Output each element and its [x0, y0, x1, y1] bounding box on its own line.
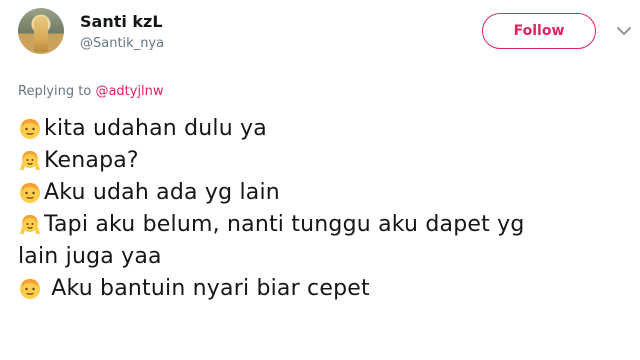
follow-button[interactable]: Follow	[482, 13, 596, 49]
reply-mention-link[interactable]: @adtyjlnw	[95, 84, 163, 99]
tweet-text: kita udahan dulu ya Kenapa? Aku udah ada…	[18, 113, 638, 305]
tweet-line-text: lain juga yaa	[18, 244, 162, 269]
tweet: Santi kzL @Santik_nya Follow Replying to…	[0, 0, 640, 360]
author-handle[interactable]: @Santik_nya	[80, 36, 164, 52]
avatar[interactable]	[18, 8, 64, 54]
reply-prefix: Replying to	[18, 84, 96, 99]
tweet-line: lain juga yaa	[18, 241, 638, 273]
boy-face-icon	[20, 279, 40, 299]
tweet-line-text: Aku bantuin nyari biar cepet	[44, 276, 370, 301]
tweet-line-text: Kenapa?	[44, 148, 139, 173]
boy-face-icon	[20, 119, 40, 139]
boy-face-icon	[20, 183, 40, 203]
reply-context: Replying to @adtyjlnw	[18, 84, 164, 100]
tweet-line-text: Aku udah ada yg lain	[44, 180, 280, 205]
tweet-line: Aku udah ada yg lain	[18, 177, 638, 209]
tweet-line: Kenapa?	[18, 145, 638, 177]
tweet-line: Aku bantuin nyari biar cepet	[18, 273, 638, 305]
chevron-down-icon[interactable]	[615, 24, 633, 38]
girl-hands-up-icon	[20, 151, 40, 170]
tweet-line-text: Tapi aku belum, nanti tunggu aku dapet y…	[44, 212, 525, 237]
girl-hands-up-icon	[20, 215, 40, 234]
tweet-line: kita udahan dulu ya	[18, 113, 638, 145]
avatar-figure	[34, 16, 48, 52]
tweet-line: Tapi aku belum, nanti tunggu aku dapet y…	[18, 209, 638, 241]
tweet-line-text: kita udahan dulu ya	[44, 116, 267, 141]
author-display-name[interactable]: Santi kzL	[80, 12, 163, 32]
